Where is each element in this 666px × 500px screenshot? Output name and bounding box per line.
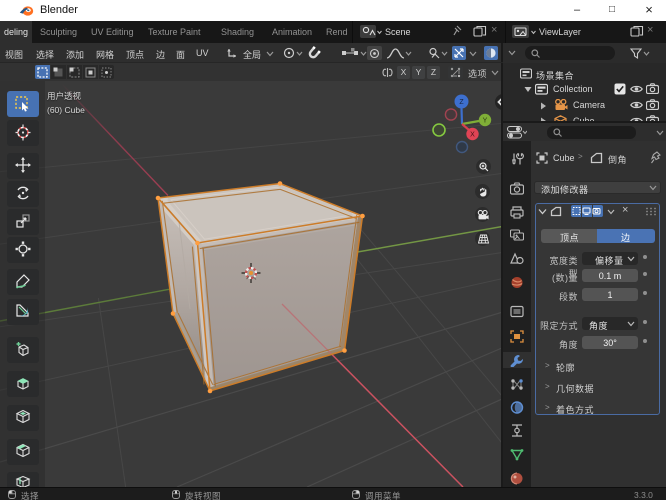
svg-text:X: X [470,132,475,139]
svg-text:Y: Y [483,118,488,125]
svg-text:Z: Z [459,99,464,106]
